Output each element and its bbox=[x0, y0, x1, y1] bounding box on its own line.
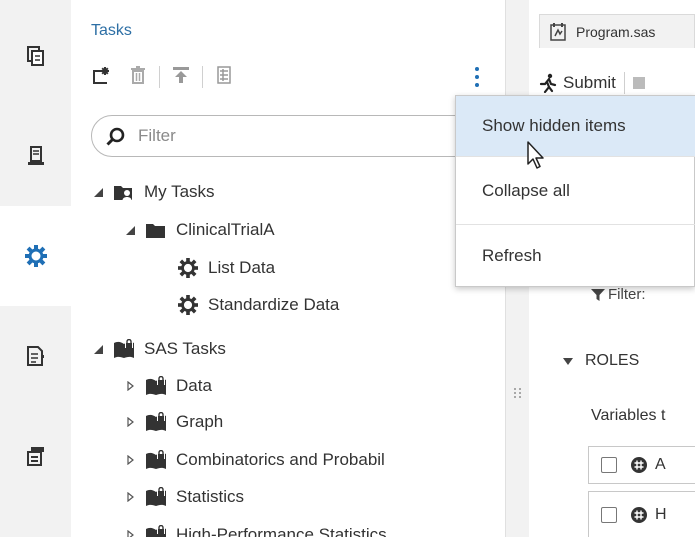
menu-item-refresh[interactable]: Refresh bbox=[456, 226, 695, 286]
splitter-grip-icon bbox=[514, 388, 522, 398]
more-options-menu: Show hidden items Collapse all Refresh bbox=[455, 95, 695, 287]
tree-node-label: Statistics bbox=[176, 487, 245, 506]
expanded-triangle-icon[interactable] bbox=[91, 344, 105, 354]
expanded-triangle-icon bbox=[563, 357, 573, 365]
nav-button-servers[interactable] bbox=[0, 106, 71, 206]
tree-node-data[interactable]: Data bbox=[123, 371, 212, 401]
task-gear-icon bbox=[177, 294, 199, 316]
locked-book-icon bbox=[113, 338, 135, 360]
collapsed-triangle-icon[interactable] bbox=[123, 381, 137, 391]
tree-node-high-performance-statistics[interactable]: High-Performance Statistics bbox=[123, 520, 387, 537]
tree-node-list-data[interactable]: List Data bbox=[155, 253, 275, 283]
stop-icon[interactable] bbox=[632, 77, 645, 89]
collapsed-triangle-icon[interactable] bbox=[123, 492, 137, 502]
user-folder-icon bbox=[113, 181, 135, 203]
folder-icon bbox=[145, 219, 167, 241]
locked-book-icon bbox=[145, 449, 167, 471]
tree-node-sas-tasks[interactable]: SAS Tasks bbox=[91, 334, 226, 364]
funnel-icon bbox=[591, 288, 605, 302]
locked-book-icon bbox=[145, 524, 167, 537]
tree-node-label: Graph bbox=[176, 412, 224, 431]
nav-button-libraries[interactable] bbox=[0, 406, 71, 506]
tasks-panel: Tasks Filter My Tasks ClinicalTrialA Lis… bbox=[71, 0, 534, 537]
task-gear-icon bbox=[177, 257, 199, 279]
tree-node-combinatorics[interactable]: Combinatorics and Probabil bbox=[123, 445, 385, 475]
submit-button[interactable]: Submit bbox=[539, 73, 616, 93]
numeric-variable-icon bbox=[631, 506, 647, 523]
collapsed-triangle-icon[interactable] bbox=[123, 417, 137, 427]
mouse-pointer-icon bbox=[526, 140, 548, 175]
tree-node-clinicaltriala[interactable]: ClinicalTrialA bbox=[123, 215, 275, 245]
tree-node-label: ClinicalTrialA bbox=[176, 220, 275, 239]
document-icon bbox=[26, 46, 45, 66]
menu-item-collapse-all[interactable]: Collapse all bbox=[456, 160, 695, 222]
nav-button-snippets[interactable] bbox=[0, 306, 71, 406]
task-tree: My Tasks ClinicalTrialA List Data Standa… bbox=[71, 0, 491, 537]
filter-label: Filter: bbox=[591, 286, 646, 303]
tree-node-label: Combinatorics and Probabil bbox=[176, 450, 385, 469]
expanded-triangle-icon[interactable] bbox=[123, 225, 137, 235]
toolbar-separator bbox=[623, 72, 625, 94]
menu-separator bbox=[456, 224, 695, 225]
roles-section-header[interactable]: ROLES bbox=[563, 352, 639, 370]
nav-button-tasks[interactable] bbox=[0, 206, 71, 306]
variable-row[interactable]: A bbox=[588, 446, 695, 484]
variable-checkbox[interactable] bbox=[601, 457, 617, 473]
program-file-icon bbox=[550, 22, 568, 41]
tree-node-label: High-Performance Statistics bbox=[176, 525, 387, 537]
numeric-variable-icon bbox=[631, 457, 647, 473]
expanded-triangle-icon[interactable] bbox=[91, 187, 105, 197]
locked-book-icon bbox=[145, 375, 167, 397]
nav-button-documents[interactable] bbox=[0, 6, 71, 106]
library-cabinet-icon bbox=[26, 446, 45, 466]
menu-separator bbox=[456, 156, 695, 157]
tree-node-my-tasks[interactable]: My Tasks bbox=[91, 177, 215, 207]
tree-node-label: SAS Tasks bbox=[144, 339, 226, 358]
tab-program-sas[interactable]: Program.sas bbox=[539, 14, 695, 48]
tree-node-label: List Data bbox=[208, 258, 276, 277]
tasks-gear-icon bbox=[24, 245, 47, 267]
running-figure-icon bbox=[539, 73, 557, 93]
left-nav-rail bbox=[0, 0, 71, 537]
submit-label: Submit bbox=[563, 73, 616, 92]
tree-node-standardize-data[interactable]: Standardize Data bbox=[155, 290, 339, 320]
collapsed-triangle-icon[interactable] bbox=[123, 455, 137, 465]
tree-node-label: Standardize Data bbox=[208, 295, 340, 314]
locked-book-icon bbox=[145, 411, 167, 433]
tab-label: Program.sas bbox=[576, 23, 656, 40]
tree-node-label: Data bbox=[176, 376, 212, 395]
tree-node-graph[interactable]: Graph bbox=[123, 407, 223, 437]
menu-item-show-hidden-items[interactable]: Show hidden items bbox=[456, 96, 695, 156]
variables-label: Variables t bbox=[591, 407, 666, 424]
variable-checkbox[interactable] bbox=[601, 506, 617, 523]
program-snippet-icon bbox=[26, 346, 45, 366]
locked-book-icon bbox=[145, 486, 167, 508]
collapsed-triangle-icon[interactable] bbox=[123, 530, 137, 537]
variable-row[interactable]: H bbox=[588, 491, 695, 537]
server-icon bbox=[27, 146, 44, 166]
tree-node-label: My Tasks bbox=[144, 182, 215, 201]
tree-node-statistics[interactable]: Statistics bbox=[123, 482, 244, 512]
